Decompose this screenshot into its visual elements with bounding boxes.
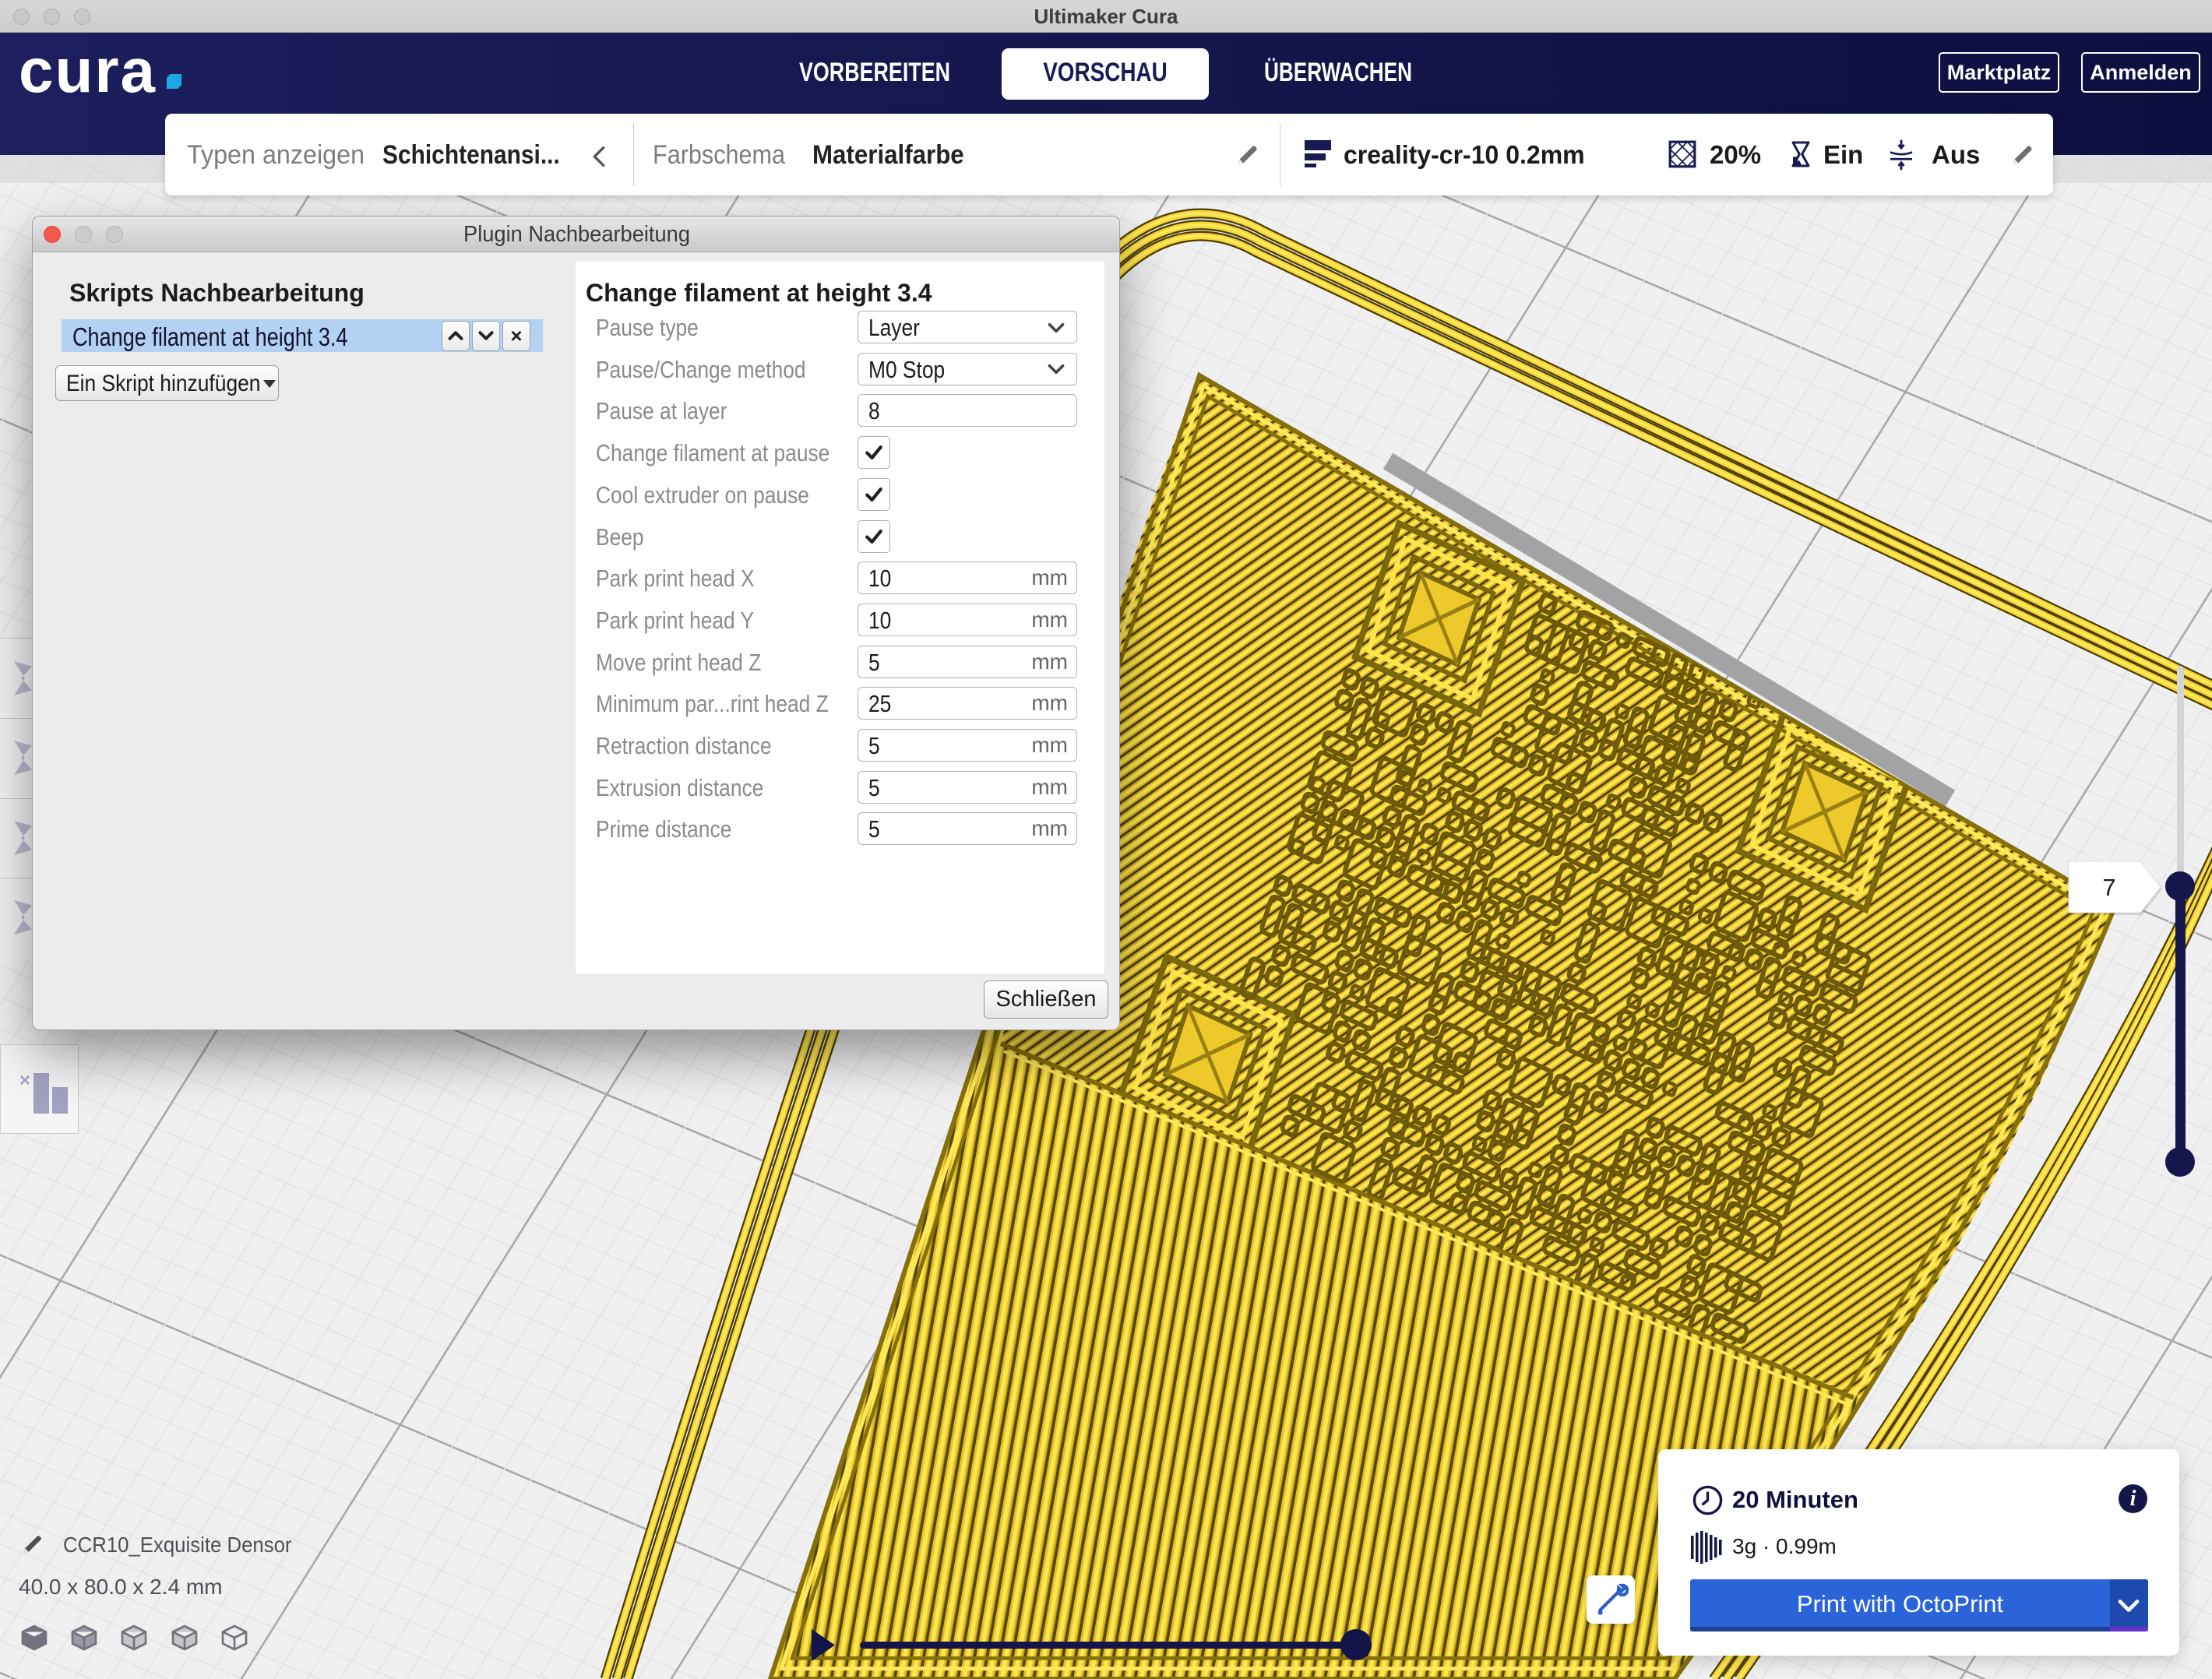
svg-text:7: 7 — [2102, 874, 2115, 901]
